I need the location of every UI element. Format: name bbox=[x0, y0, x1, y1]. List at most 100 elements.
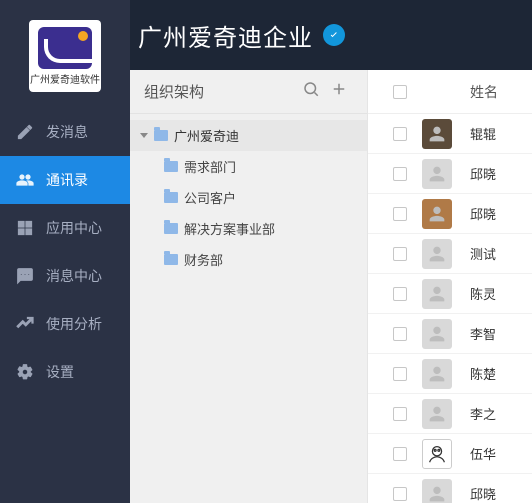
folder-icon bbox=[164, 161, 178, 172]
nav-item-label: 设置 bbox=[46, 362, 74, 382]
table-row[interactable]: 陈楚 bbox=[368, 354, 532, 394]
table-row[interactable]: 李之 bbox=[368, 394, 532, 434]
table-row[interactable]: 辊辊 bbox=[368, 114, 532, 154]
avatar bbox=[422, 479, 452, 503]
tree-child-node[interactable]: 需求部门 bbox=[130, 151, 367, 182]
tree-header: 组织架构 bbox=[130, 70, 367, 114]
row-checkbox[interactable] bbox=[378, 167, 422, 181]
checkbox-icon bbox=[393, 367, 407, 381]
row-avatar-cell bbox=[422, 199, 466, 229]
row-name: 陈楚 bbox=[466, 364, 522, 383]
name-column-header: 姓名 bbox=[466, 82, 522, 102]
row-avatar-cell bbox=[422, 239, 466, 269]
row-checkbox[interactable] bbox=[378, 447, 422, 461]
sidebar: 广州爱奇迪软件 发消息 通讯录 应用中心 消息中心 bbox=[0, 0, 130, 503]
logo-container: 广州爱奇迪软件 bbox=[0, 0, 130, 108]
tree-child-node[interactable]: 解决方案事业部 bbox=[130, 213, 367, 244]
row-checkbox[interactable] bbox=[378, 367, 422, 381]
nav-item-settings[interactable]: 设置 bbox=[0, 348, 130, 396]
row-avatar-cell bbox=[422, 279, 466, 309]
checkbox-icon bbox=[393, 127, 407, 141]
row-checkbox[interactable] bbox=[378, 127, 422, 141]
avatar bbox=[422, 159, 452, 189]
checkbox-icon bbox=[393, 287, 407, 301]
select-all-column[interactable] bbox=[378, 85, 422, 99]
row-checkbox[interactable] bbox=[378, 247, 422, 261]
nav-item-usage-analysis[interactable]: 使用分析 bbox=[0, 300, 130, 348]
tree-child-label: 公司客户 bbox=[184, 188, 236, 207]
row-avatar-cell bbox=[422, 359, 466, 389]
org-tree-panel: 组织架构 广州爱奇迪 需求部门 bbox=[130, 70, 368, 503]
gear-icon bbox=[16, 363, 34, 381]
nav-item-label: 应用中心 bbox=[46, 218, 102, 238]
checkbox-icon bbox=[393, 167, 407, 181]
avatar bbox=[422, 319, 452, 349]
logo-mark-icon bbox=[38, 27, 92, 69]
table-row[interactable]: 邱晓 bbox=[368, 194, 532, 234]
grid-icon bbox=[16, 219, 34, 237]
nav-item-label: 发消息 bbox=[46, 122, 88, 142]
nav-item-app-center[interactable]: 应用中心 bbox=[0, 204, 130, 252]
page-header: 广州爱奇迪企业 bbox=[130, 0, 532, 70]
nav-item-contacts[interactable]: 通讯录 bbox=[0, 156, 130, 204]
row-checkbox[interactable] bbox=[378, 327, 422, 341]
row-name: 邱晓 bbox=[466, 164, 522, 183]
tree-root-label: 广州爱奇迪 bbox=[174, 126, 239, 145]
row-avatar-cell bbox=[422, 159, 466, 189]
nav-item-message-center[interactable]: 消息中心 bbox=[0, 252, 130, 300]
member-list-panel: 姓名 辊辊邱晓邱晓测试陈灵李智陈楚李之伍华邱晓 bbox=[368, 70, 532, 503]
folder-icon bbox=[164, 254, 178, 265]
row-name: 测试 bbox=[466, 244, 522, 263]
nav-item-send-message[interactable]: 发消息 bbox=[0, 108, 130, 156]
row-checkbox[interactable] bbox=[378, 487, 422, 501]
checkbox-icon bbox=[393, 407, 407, 421]
avatar bbox=[422, 199, 452, 229]
folder-icon bbox=[164, 223, 178, 234]
main-area: 广州爱奇迪企业 组织架构 bbox=[130, 0, 532, 503]
page-title: 广州爱奇迪企业 bbox=[138, 18, 313, 53]
table-row[interactable]: 李智 bbox=[368, 314, 532, 354]
tree-root-node[interactable]: 广州爱奇迪 bbox=[130, 120, 367, 151]
avatar bbox=[422, 239, 452, 269]
table-row[interactable]: 测试 bbox=[368, 234, 532, 274]
list-rows: 辊辊邱晓邱晓测试陈灵李智陈楚李之伍华邱晓 bbox=[368, 114, 532, 503]
avatar bbox=[422, 119, 452, 149]
table-row[interactable]: 陈灵 bbox=[368, 274, 532, 314]
tree-child-node[interactable]: 公司客户 bbox=[130, 182, 367, 213]
table-row[interactable]: 邱晓 bbox=[368, 154, 532, 194]
table-row[interactable]: 邱晓 bbox=[368, 474, 532, 503]
nav-item-label: 使用分析 bbox=[46, 314, 102, 334]
row-checkbox[interactable] bbox=[378, 207, 422, 221]
folder-icon bbox=[164, 192, 178, 203]
tree-header-title: 组织架构 bbox=[144, 81, 297, 102]
add-button[interactable] bbox=[325, 80, 353, 103]
row-avatar-cell bbox=[422, 399, 466, 429]
checkbox-icon bbox=[393, 207, 407, 221]
table-row[interactable]: 伍华 bbox=[368, 434, 532, 474]
search-button[interactable] bbox=[297, 80, 325, 103]
row-checkbox[interactable] bbox=[378, 287, 422, 301]
checkbox-icon bbox=[393, 487, 407, 501]
row-name: 陈灵 bbox=[466, 284, 522, 303]
tree-child-node[interactable]: 财务部 bbox=[130, 244, 367, 275]
avatar bbox=[422, 399, 452, 429]
row-avatar-cell bbox=[422, 439, 466, 469]
tree-child-label: 解决方案事业部 bbox=[184, 219, 275, 238]
row-avatar-cell bbox=[422, 319, 466, 349]
row-avatar-cell bbox=[422, 119, 466, 149]
checkbox-icon bbox=[393, 327, 407, 341]
pencil-icon bbox=[16, 123, 34, 141]
chat-icon bbox=[16, 267, 34, 285]
tree-child-label: 财务部 bbox=[184, 250, 223, 269]
tree-list: 广州爱奇迪 需求部门 公司客户 解决方案事业部 bbox=[130, 114, 367, 281]
list-header: 姓名 bbox=[368, 70, 532, 114]
tree-child-label: 需求部门 bbox=[184, 157, 236, 176]
checkbox-icon bbox=[393, 85, 407, 99]
logo-caption: 广州爱奇迪软件 bbox=[30, 71, 100, 86]
nav-item-label: 通讯录 bbox=[46, 170, 88, 190]
company-logo: 广州爱奇迪软件 bbox=[29, 20, 101, 92]
row-checkbox[interactable] bbox=[378, 407, 422, 421]
caret-down-icon bbox=[140, 133, 148, 138]
chart-icon bbox=[16, 315, 34, 333]
row-name: 李智 bbox=[466, 324, 522, 343]
